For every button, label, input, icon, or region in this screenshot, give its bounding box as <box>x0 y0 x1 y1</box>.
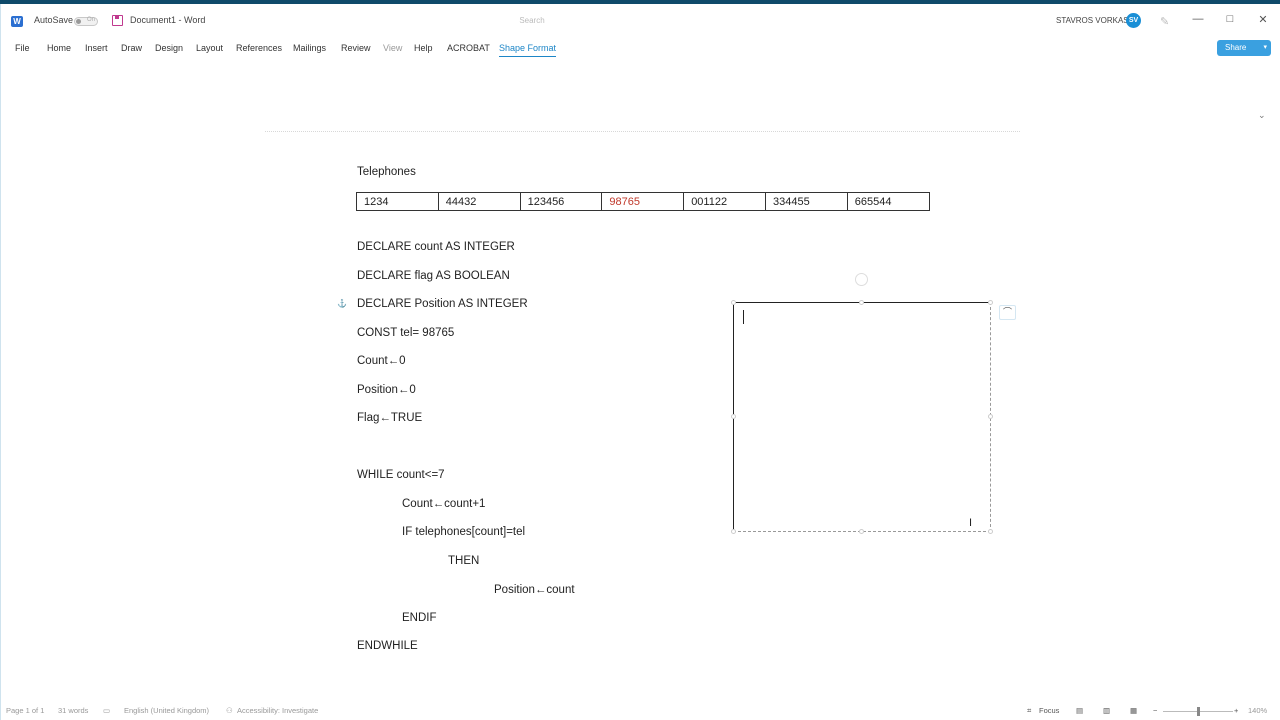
code-line[interactable]: DECLARE flag AS BOOLEAN <box>357 270 510 282</box>
paragraph-anchor-icon: ⚓ <box>337 299 347 308</box>
tab-home[interactable]: Home <box>47 43 71 53</box>
code-line[interactable]: WHILE count<=7 <box>357 469 445 481</box>
zoom-level[interactable]: 140% <box>1248 706 1267 715</box>
language[interactable]: English (United Kingdom) <box>124 706 209 715</box>
table-cell[interactable]: 334455 <box>764 192 848 211</box>
i-beam-cursor-icon: I <box>969 517 973 529</box>
ribbon-expand-chevron-icon[interactable]: ⌄ <box>1258 110 1266 121</box>
accessibility-status[interactable]: Accessibility: Investigate <box>237 706 318 715</box>
document-title: Document1 - Word <box>130 15 206 25</box>
chevron-down-icon: ▾ <box>1263 44 1267 51</box>
tab-layout[interactable]: Layout <box>196 43 223 53</box>
web-layout-icon[interactable]: ▦ <box>1130 706 1137 715</box>
text-caret <box>743 310 744 324</box>
tab-insert[interactable]: Insert <box>85 43 108 53</box>
focus-icon[interactable]: ⌗ <box>1027 706 1031 716</box>
table-cell[interactable]: 44432 <box>437 192 521 211</box>
share-button[interactable]: Share ▾ <box>1217 40 1271 56</box>
avatar[interactable]: SV <box>1126 13 1141 28</box>
close-button[interactable]: ✕ <box>1256 13 1270 26</box>
code-line[interactable]: Position←0 <box>357 384 416 396</box>
minimize-button[interactable]: — <box>1191 13 1205 25</box>
table-cell[interactable]: 1234 <box>356 192 439 211</box>
code-line[interactable]: DECLARE count AS INTEGER <box>357 241 515 253</box>
toggle-knob <box>76 19 81 24</box>
code-line[interactable]: Flag←TRUE <box>357 412 422 424</box>
tab-references[interactable]: References <box>236 43 282 53</box>
zoom-out-button[interactable]: − <box>1153 706 1157 715</box>
code-line[interactable]: CONST tel= 98765 <box>357 327 454 339</box>
tab-review[interactable]: Review <box>341 43 371 53</box>
status-bar: Page 1 of 1 31 words ▭ English (United K… <box>0 702 1280 720</box>
table-cell[interactable]: 001122 <box>683 192 766 211</box>
code-line[interactable]: ENDWHILE <box>357 640 418 652</box>
tab-shape-format[interactable]: Shape Format <box>499 43 557 57</box>
code-line[interactable]: THEN <box>448 555 479 567</box>
code-line[interactable]: DECLARE Position AS INTEGER <box>357 298 528 310</box>
print-layout-icon[interactable]: ▥ <box>1103 706 1110 715</box>
layout-options-icon[interactable]: ⌒ <box>999 305 1016 320</box>
resize-handle-right[interactable] <box>988 414 993 419</box>
table-cell[interactable]: 665544 <box>846 192 930 211</box>
table-cell[interactable]: 123456 <box>519 192 603 211</box>
accessibility-icon[interactable]: ⚇ <box>226 706 233 715</box>
tab-design[interactable]: Design <box>155 43 183 53</box>
code-line[interactable]: IF telephones[count]=tel <box>402 526 525 538</box>
code-line[interactable]: ENDIF <box>402 612 437 624</box>
page-count[interactable]: Page 1 of 1 <box>6 706 44 715</box>
table-caption[interactable]: Telephones <box>357 166 416 178</box>
tab-help[interactable]: Help <box>414 43 433 53</box>
title-bar: W AutoSave On Document1 - Word Search ST… <box>0 4 1280 38</box>
resize-handle-top-right[interactable] <box>988 300 993 305</box>
tab-view[interactable]: View <box>383 43 402 53</box>
resize-handle-top[interactable] <box>859 300 864 305</box>
window-left-edge <box>0 4 1 720</box>
tab-file[interactable]: File <box>15 43 30 53</box>
code-line[interactable]: Count←0 <box>357 355 406 367</box>
maximize-button[interactable]: □ <box>1223 13 1237 25</box>
resize-handle-bottom[interactable] <box>859 529 864 534</box>
telephones-table[interactable]: 1234 44432 123456 98765 001122 334455 66… <box>356 192 930 211</box>
tab-mailings[interactable]: Mailings <box>293 43 326 53</box>
rotate-icon[interactable] <box>855 273 868 286</box>
page-ruler <box>265 131 1020 132</box>
save-icon[interactable] <box>112 15 123 26</box>
word-count[interactable]: 31 words <box>58 706 88 715</box>
ribbon-tabs: File Home Insert Draw Design Layout Refe… <box>0 40 1280 58</box>
tab-acrobat[interactable]: ACROBAT <box>447 43 490 53</box>
share-label: Share <box>1225 43 1247 52</box>
focus-label[interactable]: Focus <box>1039 706 1059 715</box>
code-line[interactable]: Count←count+1 <box>402 498 485 510</box>
search-input[interactable]: Search <box>432 14 632 28</box>
tab-draw[interactable]: Draw <box>121 43 142 53</box>
autosave-toggle[interactable]: On <box>74 17 98 26</box>
table-row: 1234 44432 123456 98765 001122 334455 66… <box>356 192 930 211</box>
autosave-label: AutoSave <box>34 15 74 25</box>
proofing-icon[interactable]: ▭ <box>103 706 110 715</box>
resize-handle-bottom-left[interactable] <box>731 529 736 534</box>
resize-handle-left[interactable] <box>731 414 736 419</box>
zoom-slider-thumb[interactable] <box>1197 707 1200 716</box>
word-logo-icon: W <box>11 16 23 27</box>
selected-textbox-shape[interactable] <box>733 302 991 532</box>
read-mode-icon[interactable]: ▤ <box>1076 706 1083 715</box>
zoom-in-button[interactable]: + <box>1234 706 1238 715</box>
table-cell-highlighted[interactable]: 98765 <box>601 192 685 211</box>
user-name[interactable]: STAVROS VORKAS <box>1056 16 1129 25</box>
pen-icon[interactable]: ✎ <box>1160 15 1169 28</box>
code-line[interactable]: Position←count <box>494 584 575 596</box>
resize-handle-top-left[interactable] <box>731 300 736 305</box>
autosave-state: On <box>87 17 96 23</box>
resize-handle-bottom-right[interactable] <box>988 529 993 534</box>
